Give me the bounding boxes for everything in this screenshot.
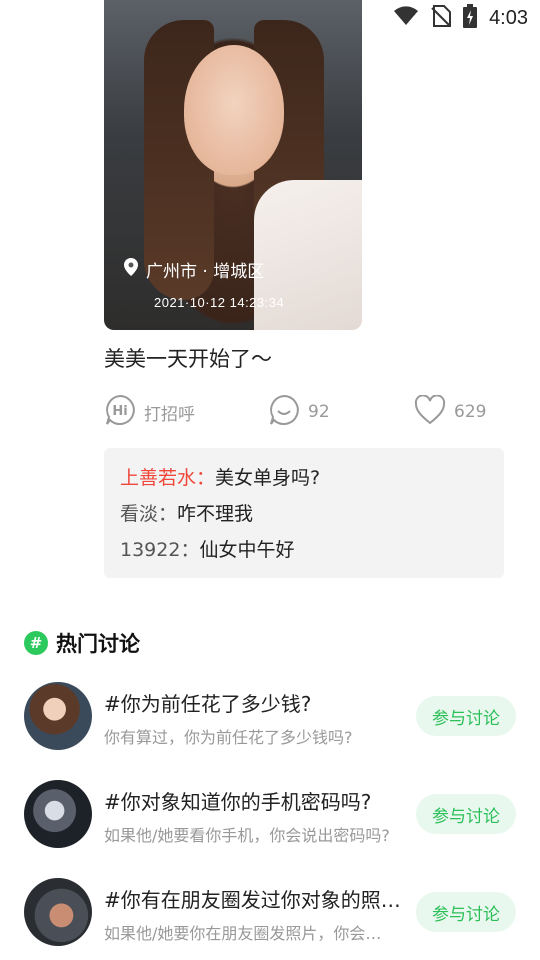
comment-user[interactable]: 看淡： bbox=[120, 503, 177, 525]
topic-avatar bbox=[24, 780, 92, 848]
hot-topics-header: # 热门讨论 bbox=[24, 628, 140, 658]
comment-user[interactable]: 上善若水： bbox=[120, 467, 215, 489]
topic-desc: 如果他/她要看你手机，你会说出密码吗? bbox=[104, 826, 390, 845]
heart-icon bbox=[414, 393, 446, 430]
topic-desc: 如果他/她要你在朋友圈发照片，你会发吗? bbox=[104, 924, 396, 943]
topic-desc: 你有算过，你为前任花了多少钱吗? bbox=[104, 728, 353, 747]
location-label: 广州市 · 增城区 bbox=[146, 262, 265, 282]
photo-datetime: 2021·10·12 14:23:34 bbox=[154, 295, 285, 310]
join-discussion-button[interactable]: 参与讨论 bbox=[416, 696, 516, 736]
greet-label: 打招呼 bbox=[144, 404, 195, 425]
comment-icon bbox=[268, 394, 300, 431]
greet-button[interactable]: Hi 打招呼 bbox=[104, 392, 195, 432]
like-button[interactable]: 629 bbox=[414, 392, 486, 432]
wifi-icon bbox=[393, 6, 419, 30]
topic-item[interactable]: #你有在朋友圈发过你对象的照片吗? 如果他/她要你在朋友圈发照片，你会发吗? 参… bbox=[24, 878, 524, 948]
topic-avatar bbox=[24, 682, 92, 750]
topic-title: #你为前任花了多少钱? bbox=[104, 692, 312, 716]
topic-item[interactable]: #你对象知道你的手机密码吗? 如果他/她要看你手机，你会说出密码吗? 参与讨论 bbox=[24, 780, 524, 850]
comment-text: 美女单身吗? bbox=[215, 467, 321, 489]
hot-topics-title: 热门讨论 bbox=[56, 632, 140, 656]
no-sim-icon bbox=[431, 5, 452, 31]
hi-icon: Hi bbox=[104, 394, 136, 431]
comment-text: 咋不理我 bbox=[177, 503, 254, 525]
photo-location: 广州市 · 增城区 bbox=[124, 257, 264, 282]
comment-count: 92 bbox=[308, 402, 330, 422]
topic-avatar bbox=[24, 878, 92, 946]
comment-text: 仙女中午好 bbox=[199, 539, 295, 561]
join-discussion-button[interactable]: 参与讨论 bbox=[416, 892, 516, 932]
comment-user[interactable]: 13922： bbox=[120, 539, 199, 561]
comment-button[interactable]: 92 bbox=[268, 392, 330, 432]
topic-title: #你对象知道你的手机密码吗? bbox=[104, 790, 372, 814]
post-caption: 美美一天开始了～ bbox=[104, 347, 272, 371]
topic-title: #你有在朋友圈发过你对象的照片吗? bbox=[104, 888, 404, 912]
post-actions: Hi 打招呼 92 629 bbox=[104, 392, 494, 432]
join-discussion-button[interactable]: 参与讨论 bbox=[416, 794, 516, 834]
battery-charging-icon bbox=[463, 4, 478, 32]
svg-text:Hi: Hi bbox=[112, 404, 127, 419]
comment-item: 13922：仙女中午好 bbox=[120, 532, 488, 568]
like-count: 629 bbox=[454, 402, 487, 422]
status-bar: 4:03 bbox=[340, 0, 540, 36]
topic-item[interactable]: #你为前任花了多少钱? 你有算过，你为前任花了多少钱吗? 参与讨论 bbox=[24, 682, 524, 752]
hashtag-icon: # bbox=[24, 631, 48, 655]
post-photo[interactable]: 广州市 · 增城区 2021·10·12 14:23:34 bbox=[104, 0, 362, 330]
location-pin-icon bbox=[124, 258, 138, 281]
comment-item: 上善若水：美女单身吗? bbox=[120, 460, 488, 496]
comment-item: 看淡：咋不理我 bbox=[120, 496, 488, 532]
comments-box[interactable]: 上善若水：美女单身吗? 看淡：咋不理我 13922：仙女中午好 bbox=[104, 448, 504, 578]
photo-face bbox=[184, 45, 284, 175]
status-time: 4:03 bbox=[489, 6, 528, 29]
